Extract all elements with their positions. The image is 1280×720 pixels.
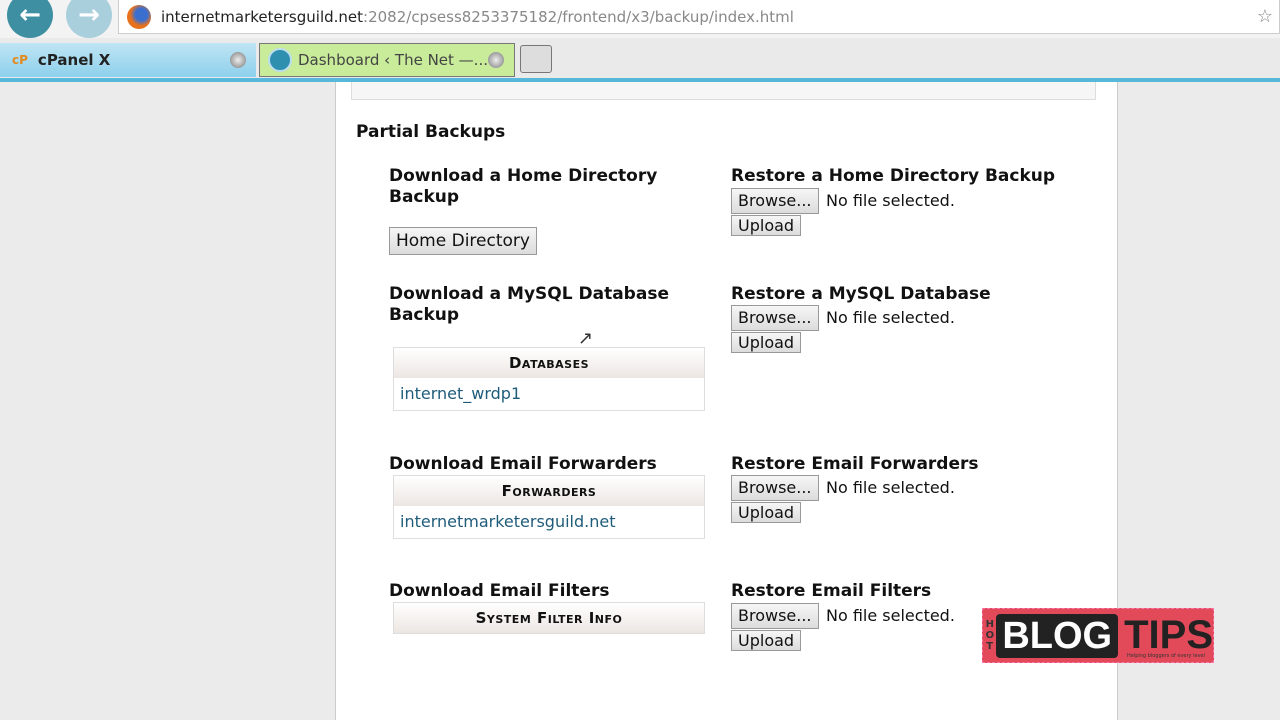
watermark-tips: TIPS [1124, 613, 1213, 657]
download-mysql-title: Download a MySQL Database Backup [389, 284, 669, 325]
download-filters-title: Download Email Filters [389, 581, 610, 601]
wordpress-icon [268, 48, 292, 72]
file-status: No file selected. [826, 308, 955, 327]
address-bar[interactable]: internetmarketersguild.net:2082/cpsess82… [118, 0, 1280, 34]
firefox-icon [127, 4, 151, 29]
forwarder-link[interactable]: internetmarketersguild.net [394, 506, 704, 538]
previous-section-box [351, 82, 1096, 100]
upload-button[interactable]: Upload [731, 502, 802, 523]
download-home-title: Download a Home Directory Backup [389, 166, 658, 207]
home-directory-button[interactable]: Home Directory [389, 227, 537, 255]
tab-close-icon[interactable] [230, 52, 246, 68]
folder-gear-icon[interactable] [520, 45, 552, 73]
tab-close-icon[interactable] [488, 52, 504, 68]
forwarders-table: Forwarders internetmarketersguild.net [393, 475, 705, 539]
browse-button[interactable]: Browse... [731, 305, 819, 331]
url-host: internetmarketersguild.net [161, 7, 364, 26]
file-status: No file selected. [826, 191, 955, 210]
cpanel-icon: cP [12, 53, 28, 67]
table-header: Databases [394, 348, 704, 378]
browse-button[interactable]: Browse... [731, 603, 819, 629]
databases-table: Databases internet_wrdp1 [393, 347, 705, 411]
tab-cpanel[interactable]: cP cPanel X [0, 43, 256, 77]
section-title: Partial Backups [356, 122, 506, 142]
table-header: Forwarders [394, 476, 704, 506]
watermark-hot: HOT [985, 619, 995, 652]
browse-button[interactable]: Browse... [731, 475, 819, 501]
hot-blog-tips-watermark: HOT BLOG TIPS Helping bloggers of every … [982, 608, 1214, 663]
file-status: No file selected. [826, 478, 955, 497]
url-path: :2082/cpsess8253375182/frontend/x3/backu… [363, 7, 794, 26]
watermark-blog: BLOG [996, 613, 1119, 658]
upload-button[interactable]: Upload [731, 332, 802, 353]
restore-filters-title: Restore Email Filters [731, 581, 932, 601]
mouse-cursor-icon: ↗ [578, 328, 594, 349]
download-forwarders-title: Download Email Forwarders [389, 454, 657, 474]
system-filter-info-link[interactable]: System Filter Info [394, 603, 704, 633]
upload-button[interactable]: Upload [731, 215, 802, 236]
database-link[interactable]: internet_wrdp1 [394, 378, 704, 410]
watermark-tagline: Helping bloggers of every level [1126, 653, 1205, 659]
tab-dashboard[interactable]: Dashboard ‹ The Net —... [259, 43, 515, 77]
restore-mysql-title: Restore a MySQL Database [731, 284, 991, 304]
tab-label: cPanel X [37, 51, 111, 69]
bookmark-star-icon[interactable]: ☆ [1257, 6, 1273, 27]
tab-bar: cP cPanel X Dashboard ‹ The Net —... [0, 38, 1280, 82]
browser-toolbar: ← → internetmarketersguild.net:2082/cpse… [0, 0, 1280, 38]
upload-button[interactable]: Upload [731, 630, 802, 651]
filters-table: System Filter Info [393, 602, 705, 634]
restore-forwarders-title: Restore Email Forwarders [731, 454, 979, 474]
back-button[interactable]: ← [7, 0, 53, 38]
file-status: No file selected. [826, 606, 955, 625]
tab-label: Dashboard ‹ The Net —... [298, 51, 488, 69]
browse-button[interactable]: Browse... [731, 188, 819, 214]
forward-button[interactable]: → [66, 0, 112, 38]
restore-home-title: Restore a Home Directory Backup [731, 166, 1056, 186]
